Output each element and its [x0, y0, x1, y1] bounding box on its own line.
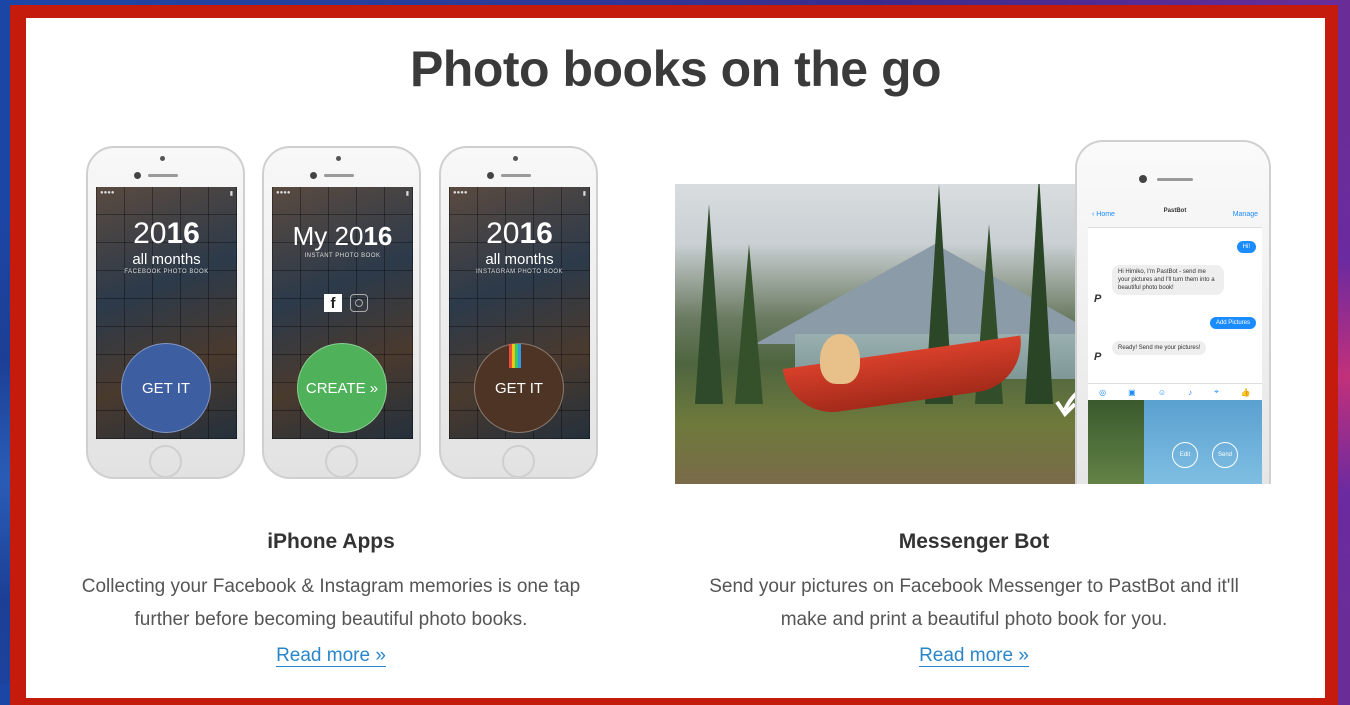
- camera-icon: [513, 156, 518, 161]
- apps-heading: iPhone Apps: [267, 530, 395, 553]
- send-button[interactable]: Send: [1212, 442, 1238, 468]
- year-subtitle: all months: [485, 251, 554, 268]
- messenger-bot-section: ‹ Home PastBot Manage Hi! Hi Himiko, I'm…: [674, 18, 1274, 698]
- book-caption: INSTANT PHOTO BOOK: [304, 253, 381, 259]
- home-button-icon: [325, 445, 358, 478]
- year-subtitle: all months: [132, 251, 201, 268]
- get-it-button[interactable]: GET IT: [121, 343, 211, 433]
- home-button-icon: [502, 445, 535, 478]
- message-toolbar: ◎ ▣ ☺ ♪ ⌖ 👍: [1088, 383, 1262, 400]
- messenger-phone: ‹ Home PastBot Manage Hi! Hi Himiko, I'm…: [1075, 140, 1271, 484]
- bot-description: Send your pictures on Facebook Messenger…: [709, 576, 1239, 630]
- speaker-icon: [324, 174, 354, 177]
- facebook-icon: f: [324, 294, 342, 312]
- camera-icon: [310, 172, 317, 179]
- messenger-header: ‹ Home PastBot Manage: [1088, 199, 1262, 228]
- camera-icon: [134, 172, 141, 179]
- speaker-icon: [148, 174, 178, 177]
- message-bubble: Hi!: [1236, 241, 1256, 253]
- pastbot-avatar: P: [1094, 351, 1102, 363]
- instagram-icon: [350, 294, 368, 312]
- photo-thumbnail[interactable]: [1088, 400, 1144, 484]
- bot-heading: Messenger Bot: [898, 530, 1050, 553]
- phone-screen: ●●●● ▮ 2016 all months INSTAGRAM PHOTO BO…: [449, 187, 590, 439]
- content-panel: Photo books on the go ●●●● ▮ 2016 all mon…: [26, 18, 1325, 698]
- phone-instant-app: ●●●● ▮ My 2016 INSTANT PHOTO BOOK f CREAT…: [262, 146, 421, 479]
- add-pictures-button[interactable]: Add Pictures: [1209, 317, 1256, 329]
- person-illustration: [820, 334, 860, 384]
- book-caption: INSTAGRAM PHOTO BOOK: [475, 269, 564, 275]
- speaker-icon: [1157, 178, 1193, 181]
- status-bar: ●●●● ▮: [100, 190, 233, 197]
- emoji-icon[interactable]: ☺: [1158, 388, 1166, 397]
- status-bar: ●●●● ▮: [276, 190, 409, 197]
- phone-screen: ●●●● ▮ My 2016 INSTANT PHOTO BOOK f CREAT…: [272, 187, 413, 439]
- photo-picker: Edit Send: [1088, 400, 1262, 484]
- mic-icon[interactable]: ♪: [1188, 388, 1192, 397]
- phone-facebook-app: ●●●● ▮ 2016 all months FACEBOOK PHOTO BOO…: [86, 146, 245, 479]
- location-icon[interactable]: ⌖: [1214, 387, 1219, 397]
- home-button-icon: [149, 445, 182, 478]
- camera-icon: [1139, 175, 1147, 183]
- like-icon[interactable]: 👍: [1241, 388, 1251, 397]
- apps-read-more-link: Read more »: [276, 645, 386, 667]
- camera-icon: [487, 172, 494, 179]
- iphone-apps-section: ●●●● ▮ 2016 all months FACEBOOK PHOTO BOO…: [31, 18, 631, 698]
- camera-icon: [336, 156, 341, 161]
- year-title: 2016: [133, 217, 200, 250]
- messenger-screen: ‹ Home PastBot Manage Hi! Hi Himiko, I'm…: [1088, 199, 1262, 484]
- year-title: 2016: [486, 217, 553, 250]
- pastbot-avatar: P: [1094, 293, 1102, 305]
- year-title: My 2016: [292, 221, 393, 251]
- phone-screen: ●●●● ▮ 2016 all months FACEBOOK PHOTO BOO…: [96, 187, 237, 439]
- manage-button[interactable]: Manage: [1233, 211, 1258, 218]
- photo-book-image: [675, 184, 1090, 484]
- gallery-icon[interactable]: ▣: [1128, 388, 1136, 397]
- instagram-rainbow-icon: [509, 344, 521, 368]
- edit-button[interactable]: Edit: [1172, 442, 1198, 468]
- message-bubble: Ready! Send me your pictures!: [1112, 341, 1207, 355]
- status-bar: ●●●● ▮: [453, 190, 586, 197]
- message-bubble: Hi Himiko, I'm PastBot - send me your pi…: [1112, 265, 1224, 295]
- bot-read-more-link: Read more »: [919, 645, 1029, 667]
- book-caption: FACEBOOK PHOTO BOOK: [124, 269, 209, 275]
- messenger-bot-image: ‹ Home PastBot Manage Hi! Hi Himiko, I'm…: [675, 140, 1283, 484]
- camera-icon[interactable]: ◎: [1099, 388, 1106, 397]
- create-button[interactable]: CREATE »: [297, 343, 387, 433]
- camera-icon: [160, 156, 165, 161]
- apps-description: Collecting your Facebook & Instagram mem…: [81, 576, 581, 630]
- speaker-icon: [501, 174, 531, 177]
- phone-instagram-app: ●●●● ▮ 2016 all months INSTAGRAM PHOTO BO…: [439, 146, 598, 479]
